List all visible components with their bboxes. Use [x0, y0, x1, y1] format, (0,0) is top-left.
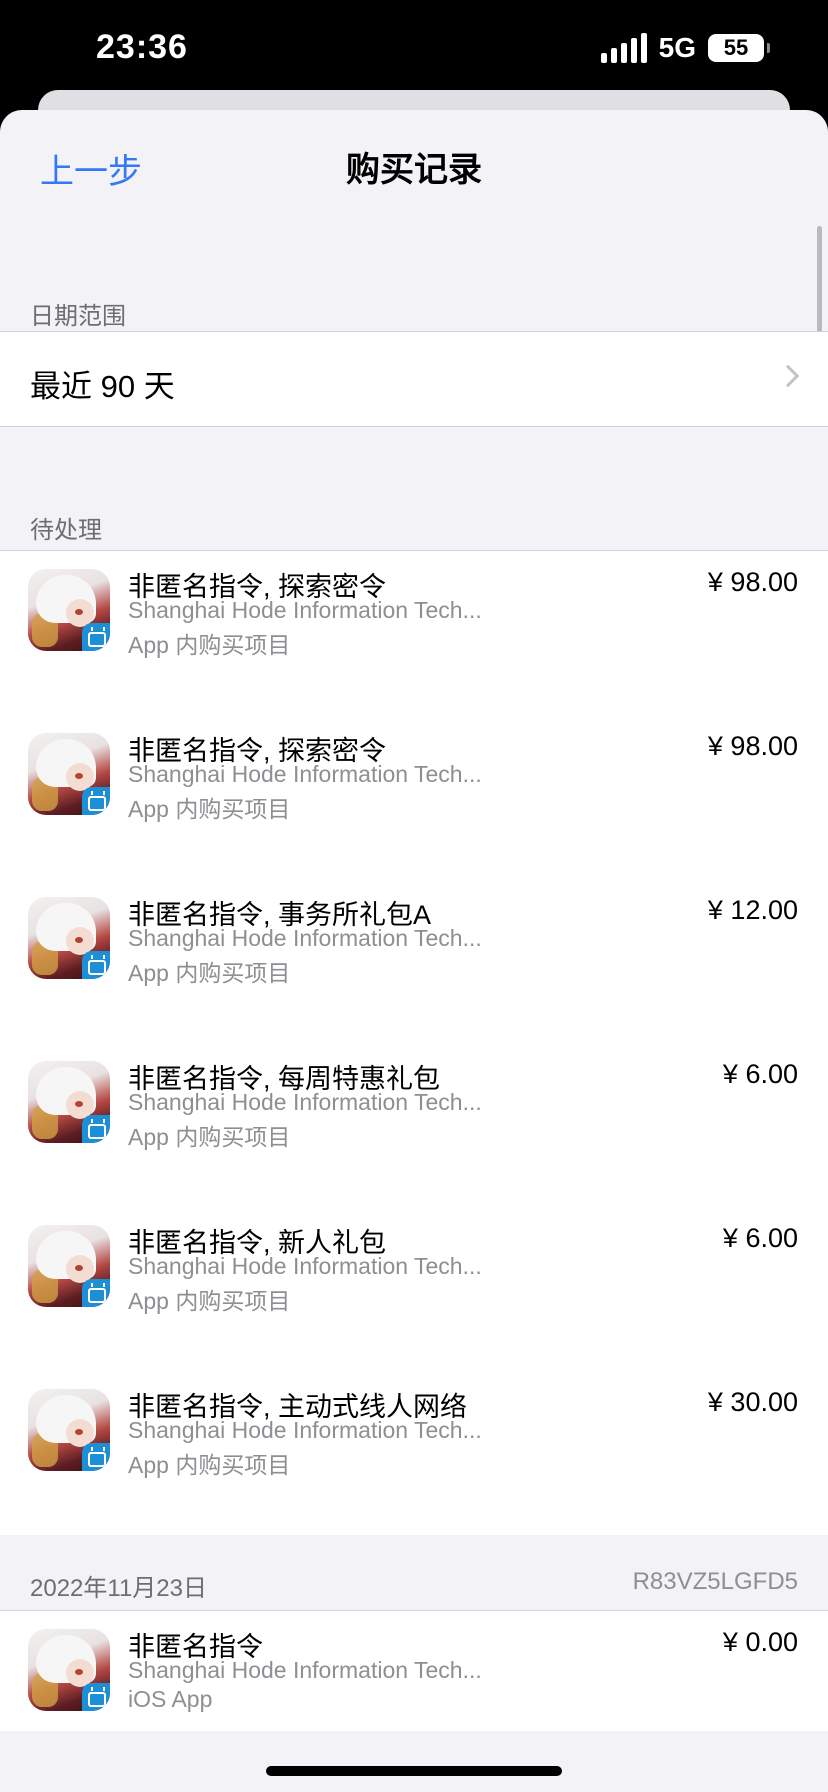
pending-header: 待处理	[30, 517, 102, 544]
page-title: 购买记录	[346, 151, 482, 189]
purchase-history-sheet: 上一步 购买记录 日期范围 最近 90 天 待处理 非匿名指令, 探索密令 Sh…	[0, 110, 828, 1792]
order-list: 非匿名指令 Shanghai Hode Information Tech... …	[0, 1610, 828, 1731]
date-range-header: 日期范围	[30, 303, 126, 330]
purchase-row[interactable]: 非匿名指令 Shanghai Hode Information Tech... …	[0, 1611, 828, 1731]
item-type: iOS App	[128, 1686, 213, 1712]
item-price: ¥ 98.00	[707, 731, 798, 761]
pending-list: 非匿名指令, 探索密令 Shanghai Hode Information Te…	[0, 550, 828, 1535]
purchase-row[interactable]: 非匿名指令, 探索密令 Shanghai Hode Information Te…	[0, 551, 828, 715]
item-type: App 内购买项目	[128, 796, 291, 822]
item-type: App 内购买项目	[128, 1452, 291, 1478]
home-indicator[interactable]	[266, 1766, 562, 1776]
cellular-signal-icon	[600, 33, 647, 63]
item-price: ¥ 0.00	[722, 1627, 798, 1657]
app-icon	[28, 569, 110, 651]
item-type: App 内购买项目	[128, 1288, 291, 1314]
tv-badge-icon	[82, 787, 110, 815]
app-icon	[28, 1225, 110, 1307]
tv-badge-icon	[82, 1443, 110, 1471]
status-time: 23:36	[96, 28, 188, 66]
app-icon	[28, 1629, 110, 1711]
item-developer: Shanghai Hode Information Tech...	[128, 597, 482, 623]
app-icon	[28, 733, 110, 815]
order-date-header: 2022年11月23日	[30, 1575, 207, 1602]
app-icon	[28, 1061, 110, 1143]
purchase-row[interactable]: 非匿名指令, 探索密令 Shanghai Hode Information Te…	[0, 715, 828, 879]
item-price: ¥ 6.00	[722, 1059, 798, 1089]
tv-badge-icon	[82, 1279, 110, 1307]
item-type: App 内购买项目	[128, 632, 291, 658]
app-icon	[28, 897, 110, 979]
item-price: ¥ 98.00	[707, 567, 798, 597]
item-price: ¥ 12.00	[707, 895, 798, 925]
item-developer: Shanghai Hode Information Tech...	[128, 1417, 482, 1443]
item-developer: Shanghai Hode Information Tech...	[128, 1657, 482, 1683]
item-type: App 内购买项目	[128, 1124, 291, 1150]
tv-badge-icon	[82, 1115, 110, 1143]
item-developer: Shanghai Hode Information Tech...	[128, 1089, 482, 1115]
date-range-row[interactable]: 最近 90 天	[0, 331, 828, 427]
item-developer: Shanghai Hode Information Tech...	[128, 925, 482, 951]
purchase-row[interactable]: 非匿名指令, 主动式线人网络 Shanghai Hode Information…	[0, 1371, 828, 1535]
tv-badge-icon	[82, 951, 110, 979]
tv-badge-icon	[82, 1683, 110, 1711]
chevron-right-icon	[776, 364, 800, 388]
app-icon	[28, 1389, 110, 1471]
navigation-bar: 上一步 购买记录	[0, 110, 828, 220]
item-price: ¥ 6.00	[722, 1223, 798, 1253]
purchase-row[interactable]: 非匿名指令, 新人礼包 Shanghai Hode Information Te…	[0, 1207, 828, 1371]
item-type: App 内购买项目	[128, 960, 291, 986]
status-indicators: 5G 55	[600, 32, 770, 64]
purchase-row[interactable]: 非匿名指令, 事务所礼包A Shanghai Hode Information …	[0, 879, 828, 1043]
tv-badge-icon	[82, 623, 110, 651]
item-developer: Shanghai Hode Information Tech...	[128, 1253, 482, 1279]
date-range-value: 最近 90 天	[30, 369, 175, 404]
order-id: R83VZ5LGFD5	[632, 1568, 798, 1595]
purchase-row[interactable]: 非匿名指令, 每周特惠礼包 Shanghai Hode Information …	[0, 1043, 828, 1207]
status-bar: 23:36 5G 55	[0, 0, 828, 100]
network-type: 5G	[658, 32, 696, 63]
item-price: ¥ 30.00	[707, 1387, 798, 1417]
battery-icon: 55	[708, 34, 770, 62]
item-developer: Shanghai Hode Information Tech...	[128, 761, 482, 787]
